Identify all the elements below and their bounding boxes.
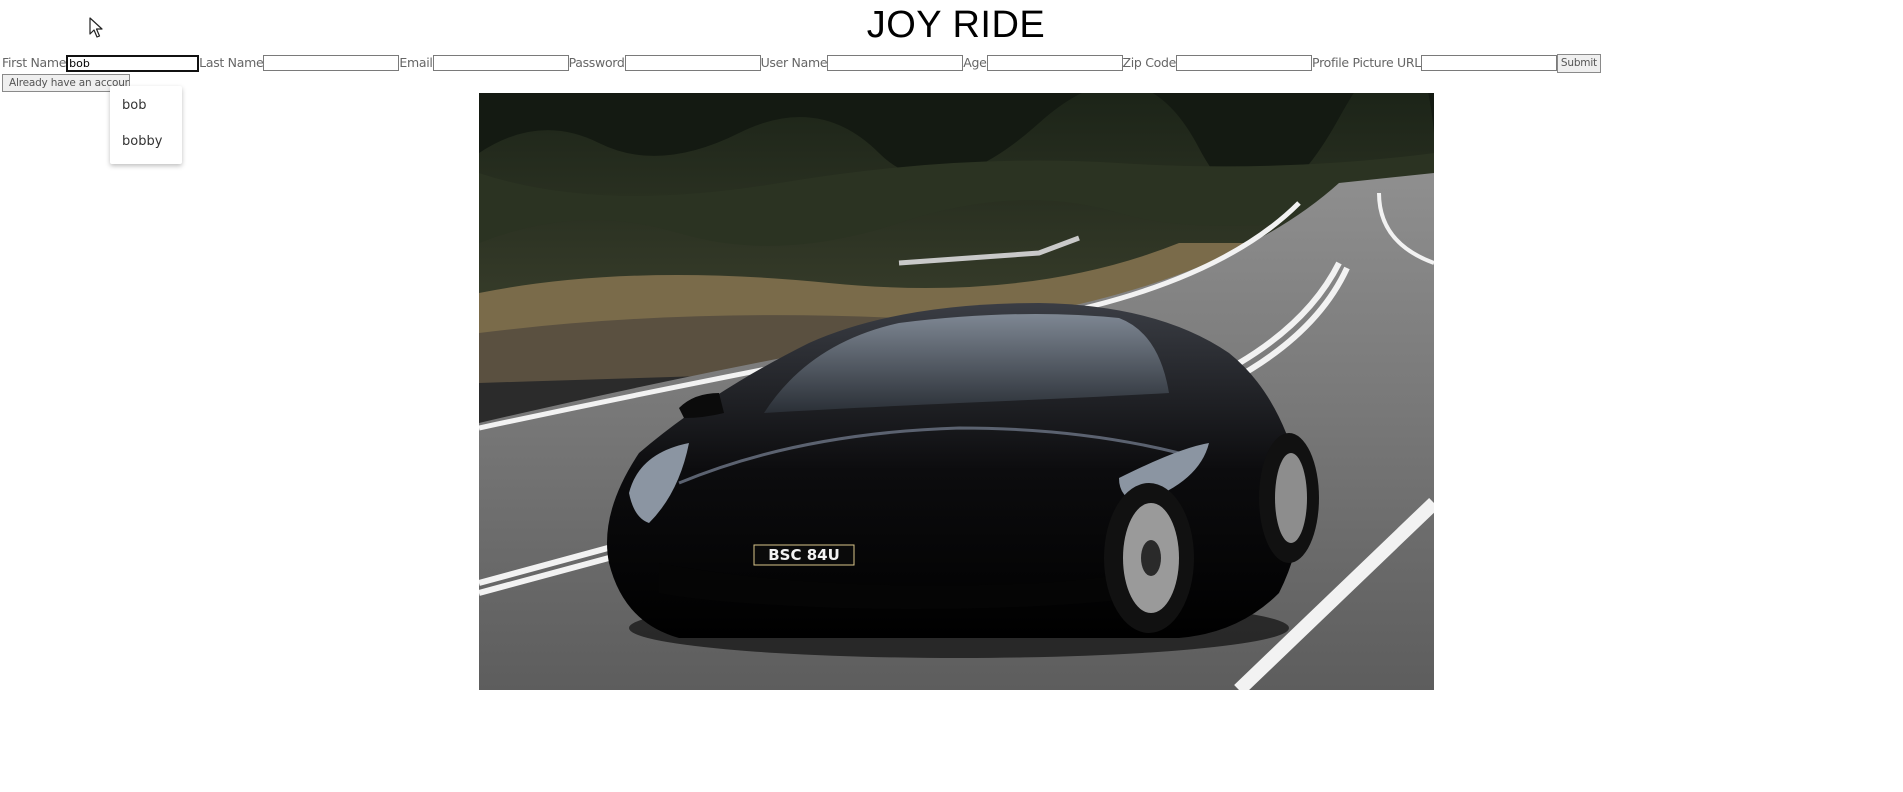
profile-picture-url-input[interactable] [1420,55,1557,71]
user-name-label: User Name [760,55,828,70]
autocomplete-option[interactable]: bob [110,88,182,124]
password-input[interactable] [624,55,761,71]
first-name-label: First Name [2,55,67,70]
autocomplete-option[interactable]: bobby [110,124,182,160]
last-name-label: Last Name [199,55,264,70]
submit-button[interactable]: Submit [1556,53,1601,73]
autocomplete-dropdown: bob bobby [110,86,182,164]
age-label: Age [963,55,987,70]
license-plate: BSC 84U [768,546,840,564]
zip-code-label: Zip Code [1122,55,1177,70]
hero-car-image: BSC 84U [479,93,1434,690]
last-name-input[interactable] [263,55,400,71]
email-label: Email [399,55,433,70]
page-title: JOY RIDE [866,4,1046,46]
car-illustration: BSC 84U [479,93,1434,690]
password-label: Password [568,55,625,70]
arrow-cursor-icon [89,17,103,38]
first-name-input[interactable] [66,54,200,72]
age-input[interactable] [986,55,1123,71]
email-input[interactable] [432,55,569,71]
profile-picture-url-label: Profile Picture URL [1312,55,1421,70]
zip-code-input[interactable] [1176,55,1313,71]
signup-form: First Name Last Name Email Password User… [2,53,1601,73]
user-name-input[interactable] [827,55,964,71]
